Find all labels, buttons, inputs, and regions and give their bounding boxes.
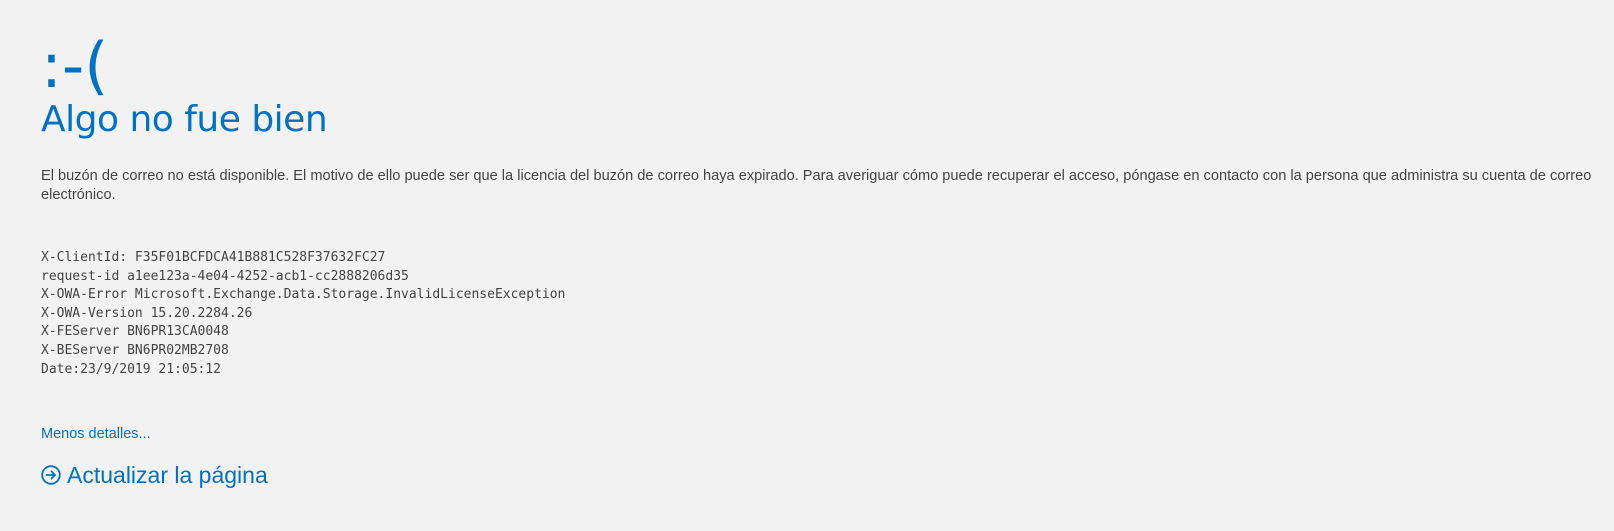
error-page: :-( Algo no fue bien El buzón de correo … xyxy=(41,0,1614,531)
detail-line-fe-server: X-FEServer BN6PR13CA0048 xyxy=(41,324,229,340)
error-message: El buzón de correo no está disponible. E… xyxy=(41,168,1592,203)
detail-line-owa-version: X-OWA-Version 15.20.2284.26 xyxy=(41,305,253,321)
detail-line-client-id: X-ClientId: F35F01BCFDCA41B881C528F37632… xyxy=(41,250,386,265)
error-details: X-ClientId: F35F01BCFDCA41B881C528F37632… xyxy=(41,249,565,379)
less-details-link[interactable]: Menos detalles... xyxy=(41,425,151,444)
refresh-page-link[interactable]: Actualizar la página xyxy=(41,461,268,489)
error-title: Algo no fue bien xyxy=(41,99,328,140)
sad-face-emoticon: :-( xyxy=(41,29,109,102)
detail-line-be-server: X-BEServer BN6PR02MB2708 xyxy=(41,342,229,358)
detail-line-date: Date:23/9/2019 21:05:12 xyxy=(41,361,222,377)
detail-line-owa-error: X-OWA-Error Microsoft.Exchange.Data.Stor… xyxy=(41,287,566,303)
detail-line-request-id: request-id a1ee123a-4e04-4252-acb1-cc288… xyxy=(41,268,409,284)
refresh-page-label: Actualizar la página xyxy=(67,462,268,488)
circle-arrow-right-icon xyxy=(41,465,61,485)
